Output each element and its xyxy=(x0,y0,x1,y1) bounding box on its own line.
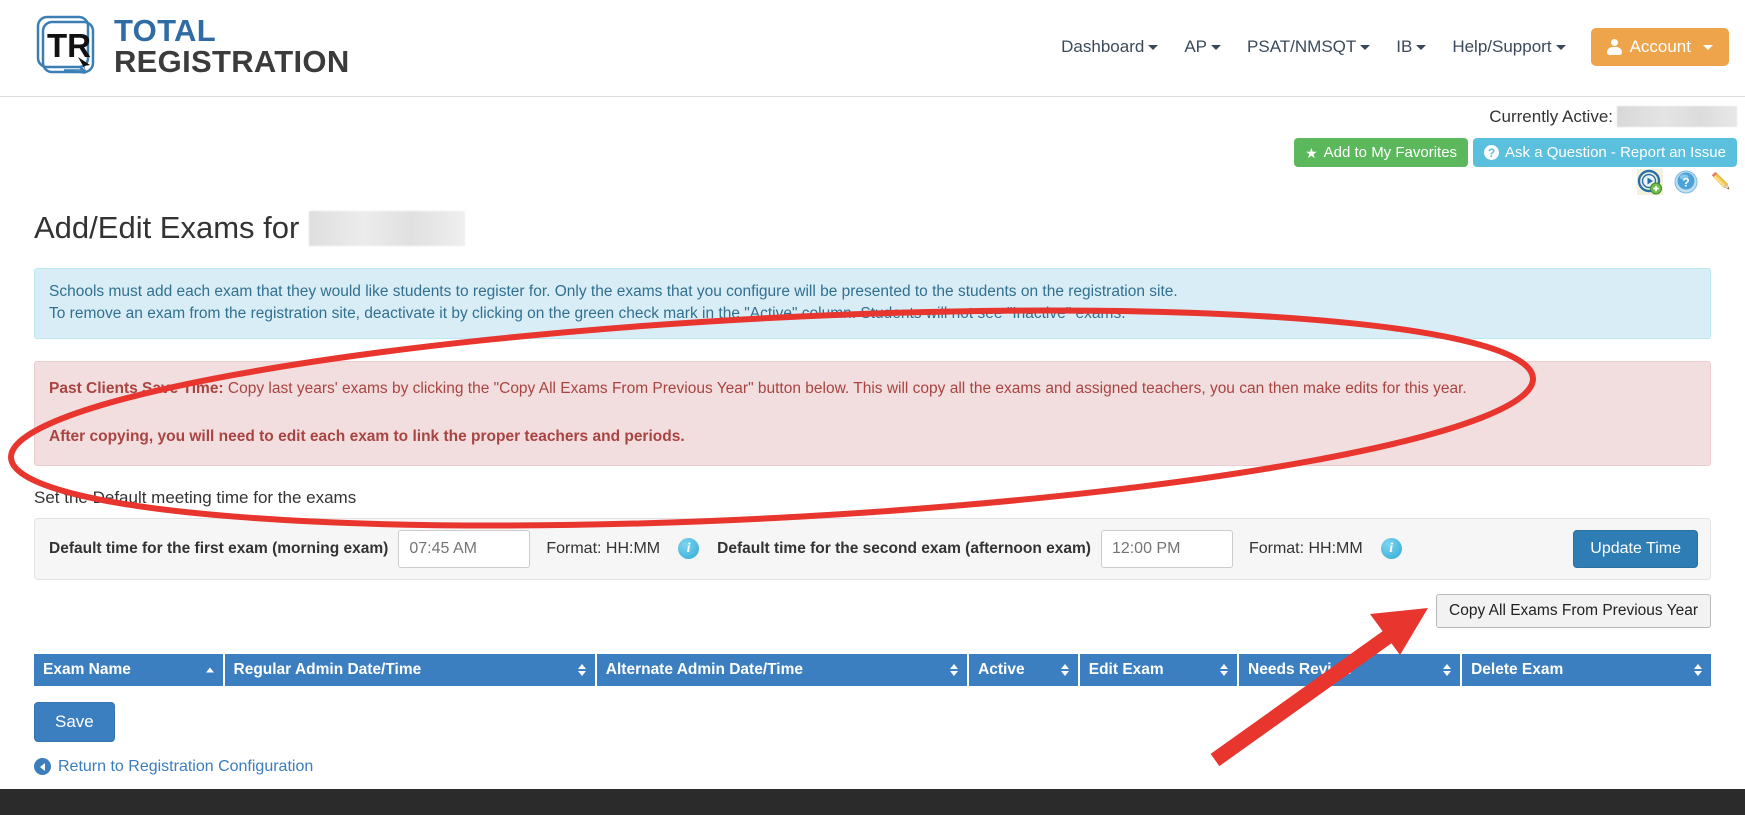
nav-item-dashboard[interactable]: Dashboard xyxy=(1048,31,1171,63)
column-label-delete-exam: Delete Exam xyxy=(1471,660,1564,678)
danger-alert-lead: Past Clients Save Time: xyxy=(49,379,224,397)
help-question-icon[interactable]: ? xyxy=(1673,169,1699,195)
column-header-alternate-admin[interactable]: Alternate Admin Date/Time xyxy=(595,653,970,686)
add-to-favorites-button[interactable]: ★ Add to My Favorites xyxy=(1294,138,1469,167)
sort-toggle-icon xyxy=(1220,663,1229,676)
account-label: Account xyxy=(1629,37,1691,56)
page-title: Add/Edit Exams for xyxy=(34,202,1711,246)
default-time-panel: Default time for the first exam (morning… xyxy=(34,517,1711,580)
danger-alert-line-2: After copying, you will need to edit eac… xyxy=(49,428,685,446)
info-circle-icon[interactable]: i xyxy=(1380,538,1402,560)
second-exam-time-label: Default time for the second exam (aftern… xyxy=(717,539,1091,557)
first-exam-time-input[interactable] xyxy=(398,529,531,568)
sort-toggle-icon xyxy=(577,663,586,676)
top-navbar: TR TOTAL REGISTRATION Dashboard AP PSAT/… xyxy=(0,0,1745,97)
sort-toggle-icon xyxy=(1443,663,1452,676)
return-link-label: Return to Registration Configuration xyxy=(58,757,314,775)
nav-label-help: Help/Support xyxy=(1452,37,1552,56)
sort-toggle-icon xyxy=(950,663,959,676)
copy-exams-row: Copy All Exams From Previous Year xyxy=(34,593,1711,628)
footer-bar xyxy=(0,789,1745,815)
return-to-registration-configuration-link[interactable]: Return to Registration Configuration xyxy=(34,758,1711,776)
column-header-exam-name[interactable]: Exam Name xyxy=(34,653,225,686)
tool-icon-row: ? xyxy=(1637,169,1735,195)
brand-line-2: REGISTRATION xyxy=(114,44,350,79)
sort-ascending-icon xyxy=(205,667,214,673)
nav-item-ap[interactable]: AP xyxy=(1171,31,1234,63)
main-nav: Dashboard AP PSAT/NMSQT IB Help/Support … xyxy=(1048,28,1729,66)
column-label-alternate-admin: Alternate Admin Date/Time xyxy=(605,660,804,678)
question-circle-icon: ? xyxy=(1484,145,1500,160)
column-label-edit-exam: Edit Exam xyxy=(1088,660,1164,678)
copy-all-exams-button[interactable]: Copy All Exams From Previous Year xyxy=(1436,593,1711,628)
utility-strip: Currently Active: ★ Add to My Favorites … xyxy=(0,97,1745,202)
nav-item-ib[interactable]: IB xyxy=(1383,31,1439,63)
sort-toggle-icon xyxy=(1694,663,1702,676)
chevron-down-icon xyxy=(1416,45,1427,51)
first-exam-time-format: Format: HH:MM xyxy=(546,539,661,557)
column-header-edit-exam[interactable]: Edit Exam xyxy=(1078,653,1240,686)
column-label-active: Active xyxy=(978,660,1025,678)
user-icon xyxy=(1606,39,1622,55)
column-header-active[interactable]: Active xyxy=(968,653,1080,686)
column-label-exam-name: Exam Name xyxy=(43,660,131,678)
page-title-school-redacted xyxy=(309,210,466,246)
main-content: Add/Edit Exams for Schools must add each… xyxy=(0,202,1745,776)
edit-pencil-icon[interactable] xyxy=(1709,169,1735,195)
chevron-down-icon xyxy=(1360,45,1371,51)
back-circle-icon xyxy=(34,758,51,776)
column-header-needs-review[interactable]: Needs Review xyxy=(1238,653,1463,686)
info-alert-line-2: To remove an exam from the registration … xyxy=(49,305,1126,323)
svg-text:?: ? xyxy=(1682,176,1689,190)
account-button[interactable]: Account xyxy=(1590,28,1729,66)
first-exam-time-label: Default time for the first exam (morning… xyxy=(49,539,389,557)
nav-item-help-support[interactable]: Help/Support xyxy=(1439,31,1578,63)
page-title-text: Add/Edit Exams for xyxy=(34,210,300,245)
add-to-favorites-label: Add to My Favorites xyxy=(1323,144,1458,161)
column-label-needs-review: Needs Review xyxy=(1248,660,1353,678)
currently-active: Currently Active: xyxy=(1489,106,1737,127)
star-icon: ★ xyxy=(1305,144,1318,161)
app-page: TR TOTAL REGISTRATION Dashboard AP PSAT/… xyxy=(0,0,1745,815)
chevron-down-icon xyxy=(1555,45,1566,51)
brand-text: TOTAL REGISTRATION xyxy=(114,15,350,77)
ask-question-button[interactable]: ? Ask a Question - Report an Issue xyxy=(1473,138,1737,167)
info-alert-line-1: Schools must add each exam that they wou… xyxy=(49,283,1178,300)
nav-label-psat: PSAT/NMSQT xyxy=(1247,37,1357,56)
nav-label-ib: IB xyxy=(1396,37,1413,56)
svg-text:TR: TR xyxy=(47,27,91,64)
info-alert: Schools must add each exam that they wou… xyxy=(34,268,1711,339)
quick-action-buttons: ★ Add to My Favorites ? Ask a Question -… xyxy=(1294,138,1737,167)
brand-line-1: TOTAL xyxy=(114,13,216,48)
currently-active-label: Currently Active: xyxy=(1489,106,1613,126)
danger-alert-line-1: Past Clients Save Time: Copy last years'… xyxy=(49,378,1696,400)
video-tutorial-icon[interactable] xyxy=(1637,169,1663,195)
save-button[interactable]: Save xyxy=(34,701,115,742)
column-header-regular-admin[interactable]: Regular Admin Date/Time xyxy=(223,653,597,686)
sort-toggle-icon xyxy=(1060,663,1069,676)
exams-table: Exam Name Regular Admin Date/Time Altern… xyxy=(34,653,1711,686)
ask-question-label: Ask a Question - Report an Issue xyxy=(1505,144,1726,161)
danger-alert-body: Copy last years' exams by clicking the "… xyxy=(223,379,1467,397)
column-header-delete-exam[interactable]: Delete Exam xyxy=(1461,653,1711,686)
update-time-button[interactable]: Update Time xyxy=(1573,529,1698,568)
currently-active-value-redacted xyxy=(1617,106,1737,127)
nav-label-dashboard: Dashboard xyxy=(1061,37,1145,56)
chevron-down-icon xyxy=(1211,45,1222,51)
danger-alert: Past Clients Save Time: Copy last years'… xyxy=(34,360,1711,466)
chevron-down-icon xyxy=(1148,45,1159,51)
exams-table-header-row: Exam Name Regular Admin Date/Time Altern… xyxy=(34,653,1711,686)
brand-logo[interactable]: TR TOTAL REGISTRATION xyxy=(34,13,350,79)
info-circle-icon[interactable]: i xyxy=(678,538,700,560)
tr-logo-icon: TR xyxy=(34,13,100,79)
second-exam-time-input[interactable] xyxy=(1100,529,1233,568)
nav-label-ap: AP xyxy=(1184,37,1208,56)
second-exam-time-format: Format: HH:MM xyxy=(1248,539,1363,557)
nav-item-psat-nmsqt[interactable]: PSAT/NMSQT xyxy=(1234,31,1383,63)
default-time-section-label: Set the Default meeting time for the exa… xyxy=(34,487,357,507)
chevron-down-icon xyxy=(1703,44,1713,50)
column-label-regular-admin: Regular Admin Date/Time xyxy=(233,660,422,678)
